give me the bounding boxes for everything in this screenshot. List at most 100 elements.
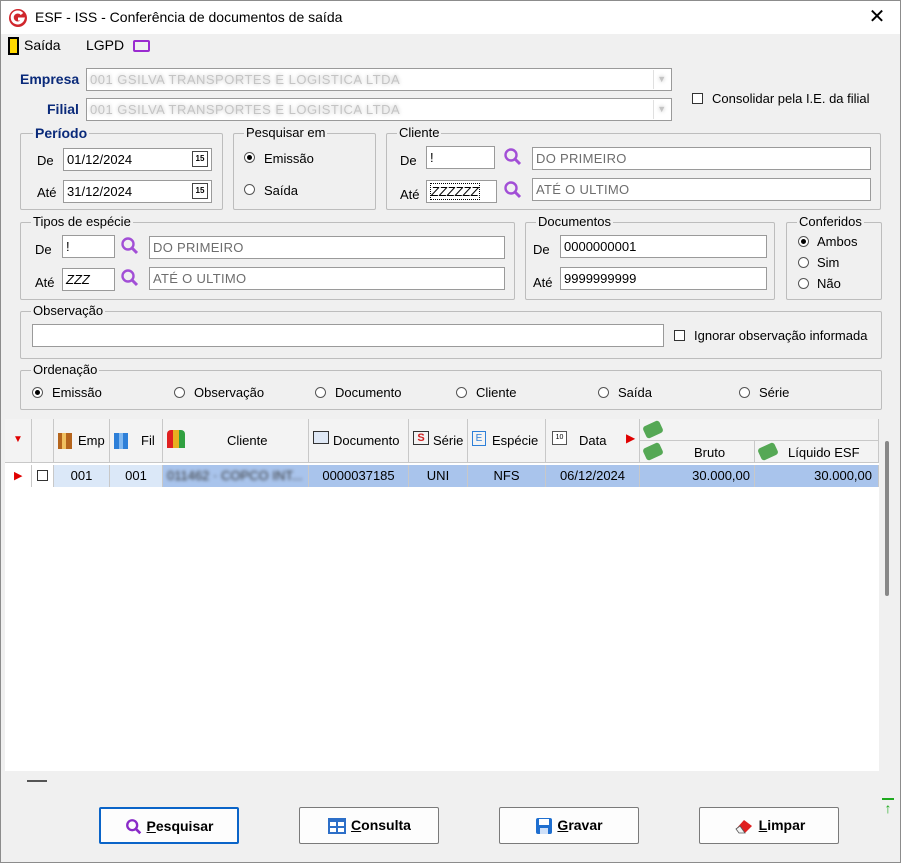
- tipos-de-input[interactable]: !: [62, 235, 115, 258]
- row-especie[interactable]: NFS: [468, 465, 546, 487]
- row-liquido[interactable]: 30.000,00: [755, 465, 879, 487]
- grid-header-bruto-label: Bruto: [694, 445, 726, 460]
- grid-header-especie[interactable]: E Espécie: [468, 419, 546, 463]
- grid-header-fil[interactable]: Fil: [110, 419, 163, 463]
- chevron-down-icon[interactable]: ▼: [653, 70, 670, 89]
- serie-icon: S: [413, 431, 429, 445]
- consulta-mnemonic: C: [351, 817, 362, 833]
- grid-values-group-header: [640, 419, 879, 441]
- people-icon: [167, 430, 185, 448]
- gravar-button[interactable]: Gravar: [499, 807, 639, 844]
- ordenacao-observacao-radio[interactable]: [174, 387, 185, 398]
- cliente-de-input[interactable]: !: [426, 146, 495, 169]
- splitter-handle[interactable]: [27, 780, 47, 782]
- row-checkbox[interactable]: [37, 470, 48, 481]
- caret-down-icon[interactable]: ▼: [13, 434, 23, 445]
- conferidos-nao-radio[interactable]: [798, 278, 809, 289]
- pesquisar-saida-label: Saída: [264, 183, 298, 198]
- pesquisar-button[interactable]: Pesquisar: [99, 807, 239, 844]
- pesquisar-emissao-radio[interactable]: [244, 152, 255, 163]
- limpar-button[interactable]: Limpar: [699, 807, 839, 844]
- consulta-button[interactable]: Consulta: [299, 807, 439, 844]
- chevron-down-icon[interactable]: ▼: [653, 100, 670, 119]
- grid-header-documento[interactable]: Documento: [309, 419, 409, 463]
- row-serie[interactable]: UNI: [409, 465, 468, 487]
- periodo-ate-input[interactable]: 31/12/2024 15: [63, 180, 212, 203]
- documentos-ate-value: 9999999999: [564, 271, 637, 286]
- ordenacao-serie-label: Série: [759, 385, 790, 400]
- grid-scrollbar[interactable]: [885, 441, 889, 596]
- pesquisar-saida-radio[interactable]: [244, 184, 255, 195]
- pesquisar-mnemonic: P: [146, 818, 156, 834]
- search-icon[interactable]: [503, 180, 523, 200]
- ordenacao-documento-radio[interactable]: [315, 387, 326, 398]
- grid-header-bruto[interactable]: Bruto: [640, 441, 755, 463]
- caret-right-icon[interactable]: ▶: [626, 431, 635, 445]
- observacao-input[interactable]: [32, 324, 664, 347]
- cliente-legend: Cliente: [397, 125, 442, 140]
- grid-header-emp[interactable]: Emp: [54, 419, 110, 463]
- empresa-value: 001 GSILVA TRANSPORTES E LOGISTICA LTDA: [90, 72, 401, 87]
- search-icon[interactable]: [120, 236, 140, 256]
- calendar-icon[interactable]: 15: [192, 151, 208, 167]
- row-check-cell[interactable]: [32, 465, 54, 487]
- documents-grid[interactable]: ▼ Emp Fil Cliente Documento S Série E Es…: [5, 419, 879, 771]
- documentos-de-input[interactable]: 0000000001: [560, 235, 767, 258]
- lgpd-menu[interactable]: LGPD: [86, 37, 151, 53]
- row-cliente[interactable]: 011462 · COPCO INT...: [163, 465, 309, 487]
- grid-header-liquido[interactable]: Líquido ESF: [755, 441, 879, 463]
- search-icon[interactable]: [120, 268, 140, 288]
- calendar-icon[interactable]: 15: [192, 183, 208, 199]
- ordenacao-saida-label: Saída: [618, 385, 652, 400]
- consolidar-checkbox[interactable]: [692, 93, 703, 104]
- filial-label: Filial: [47, 101, 79, 117]
- gravar-label: ravar: [568, 817, 603, 833]
- saida-menu[interactable]: Saída: [8, 37, 61, 56]
- conferidos-sim-radio[interactable]: [798, 257, 809, 268]
- grid-header-cliente[interactable]: Cliente: [163, 419, 309, 463]
- cliente-ate-desc: ATÉ O ULTIMO: [532, 178, 871, 201]
- tipos-especie-legend: Tipos de espécie: [31, 214, 133, 229]
- cliente-ate-desc-text: ATÉ O ULTIMO: [536, 182, 630, 197]
- row-fil[interactable]: 001: [110, 465, 163, 487]
- ordenacao-saida-radio[interactable]: [598, 387, 609, 398]
- observacao-legend: Observação: [31, 303, 106, 318]
- ordenacao-cliente-radio[interactable]: [456, 387, 467, 398]
- periodo-de-input[interactable]: 01/12/2024 15: [63, 148, 212, 171]
- conferidos-ambos-radio[interactable]: [798, 236, 809, 247]
- saida-label: Saída: [24, 37, 61, 53]
- tipos-ate-code: ZZZ: [66, 272, 90, 287]
- especie-icon: E: [472, 431, 486, 446]
- ignorar-observacao-checkbox[interactable]: [674, 330, 685, 341]
- grid-header-cliente-label: Cliente: [227, 433, 268, 448]
- save-icon: [536, 818, 553, 835]
- close-icon[interactable]: ✕: [865, 6, 889, 28]
- money-icon: [642, 419, 664, 440]
- documentos-ate-input[interactable]: 9999999999: [560, 267, 767, 290]
- tipos-ate-input[interactable]: ZZZ: [62, 268, 115, 291]
- empresa-select[interactable]: 001 GSILVA TRANSPORTES E LOGISTICA LTDA …: [86, 68, 672, 91]
- row-bruto[interactable]: 30.000,00: [640, 465, 755, 487]
- grid-header-especie-label: Espécie: [492, 433, 539, 448]
- ordenacao-legend: Ordenação: [31, 362, 100, 377]
- periodo-legend: Período: [33, 125, 90, 141]
- filial-value: 001 GSILVA TRANSPORTES E LOGISTICA LTDA: [90, 102, 401, 117]
- tipos-de-desc: DO PRIMEIRO: [149, 236, 505, 259]
- grid-header-serie-label: Série: [433, 433, 464, 448]
- grid-menu-header[interactable]: ▼: [5, 419, 32, 463]
- search-icon[interactable]: [503, 147, 523, 167]
- ordenacao-serie-radio[interactable]: [739, 387, 750, 398]
- search-icon: [125, 819, 141, 835]
- arrow-up-icon[interactable]: ↑: [882, 798, 894, 816]
- row-emp[interactable]: 001: [54, 465, 110, 487]
- periodo-ate-value: 31/12/2024: [67, 184, 133, 199]
- window-title: ESF - ISS - Conferência de documentos de…: [35, 9, 343, 25]
- row-data[interactable]: 06/12/2024: [546, 465, 640, 487]
- row-documento[interactable]: 0000037185: [309, 465, 409, 487]
- cliente-ate-input[interactable]: ZZZZZZ: [426, 180, 497, 203]
- grid-header-serie[interactable]: S Série: [409, 419, 468, 463]
- filial-select[interactable]: 001 GSILVA TRANSPORTES E LOGISTICA LTDA …: [86, 98, 672, 121]
- calendar-icon: 10: [552, 431, 567, 445]
- ordenacao-emissao-radio[interactable]: [32, 387, 43, 398]
- grid-header-data[interactable]: 10 Data ▶: [546, 419, 640, 463]
